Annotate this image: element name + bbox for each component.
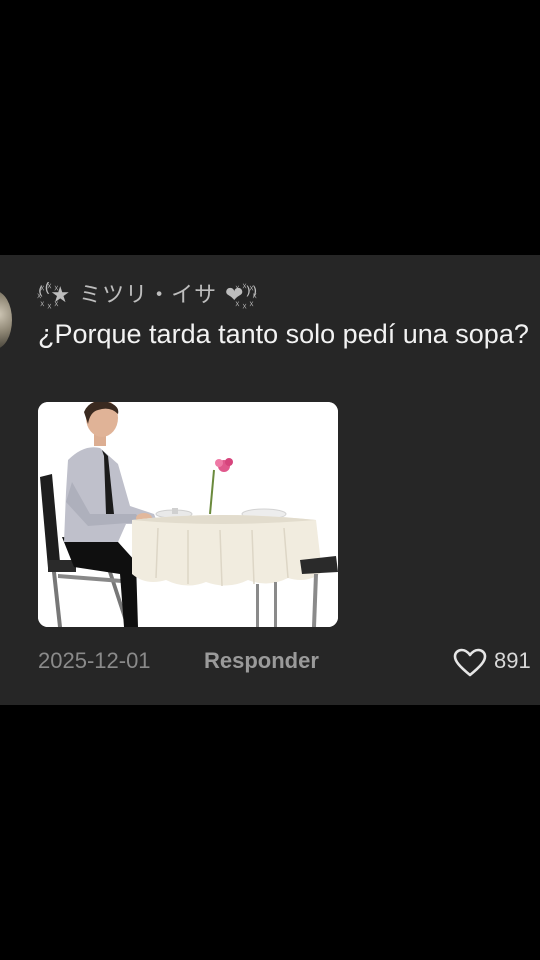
comment-card: ⁽⁽꙰★ ミツリ・イサ ❤︎꙰⁾⁾ ¿Porque tarda tanto so… (0, 255, 540, 705)
username[interactable]: ⁽⁽꙰★ ミツリ・イサ ❤︎꙰⁾⁾ (38, 277, 258, 309)
comment-meta: 2025-12-01 Responder 891 (38, 648, 538, 678)
heart-outline-icon[interactable] (453, 648, 487, 678)
page: ⁽⁽꙰★ ミツリ・イサ ❤︎꙰⁾⁾ ¿Porque tarda tanto so… (0, 0, 540, 960)
restaurant-photo (38, 402, 338, 627)
comment-date: 2025-12-01 (38, 648, 151, 673)
avatar[interactable] (0, 291, 12, 349)
reply-button[interactable]: Responder (204, 648, 319, 674)
comment-image[interactable] (38, 402, 338, 627)
comment-text: ¿Porque tarda tanto solo pedí una sopa? (38, 319, 529, 349)
like-count: 891 (494, 648, 531, 673)
